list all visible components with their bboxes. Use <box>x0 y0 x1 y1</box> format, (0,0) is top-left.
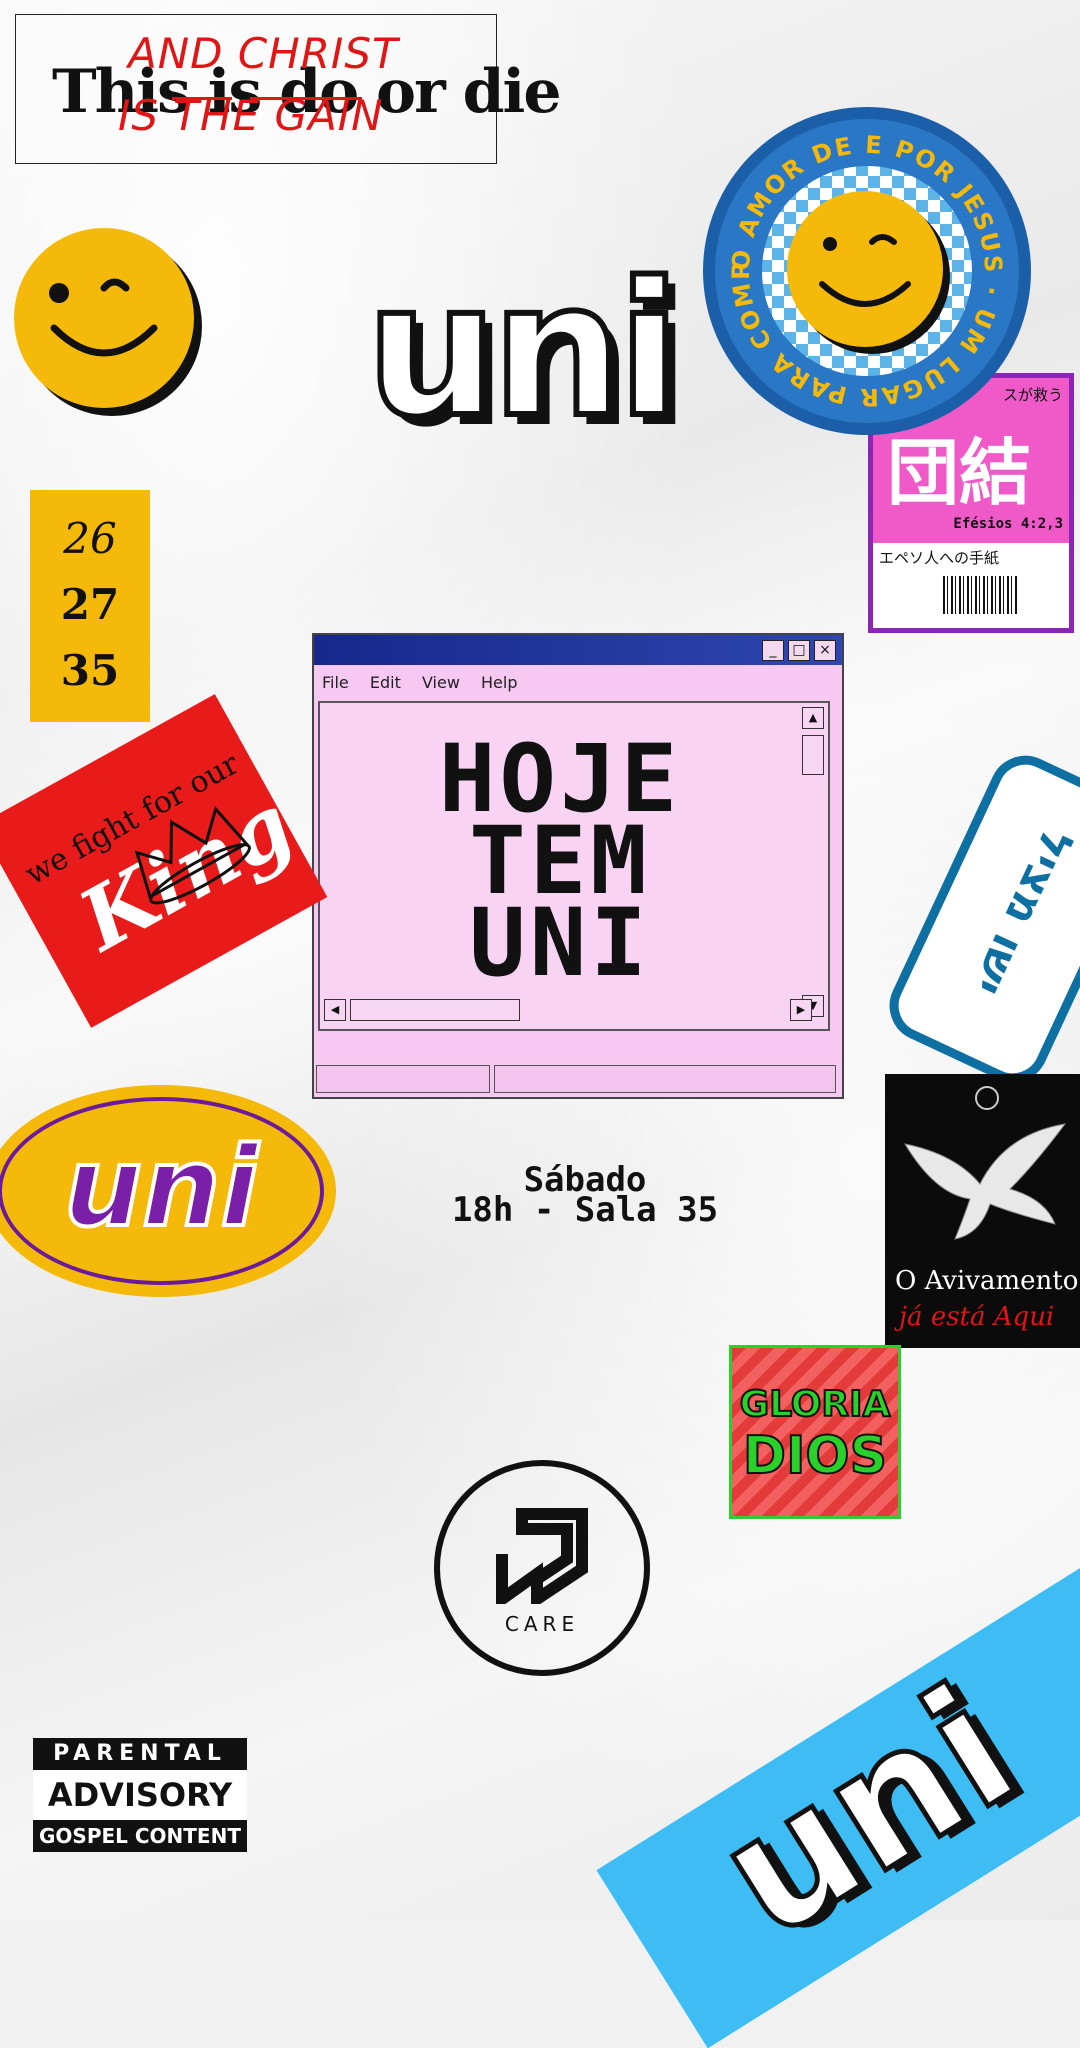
menu-view[interactable]: View <box>422 673 460 692</box>
window-content: HOJE TEM UNI ▲ ▼ ◀ ▶ <box>318 701 830 1031</box>
number-item: 27 <box>60 580 120 629</box>
vertical-scrollbar[interactable]: ▲ ▼ <box>802 707 824 1017</box>
number-item: 26 <box>63 514 117 563</box>
scroll-right-icon[interactable]: ▶ <box>790 999 812 1021</box>
headline-line: UNI <box>469 889 651 998</box>
uni-title: uni <box>363 242 684 458</box>
globe-icon <box>975 1086 999 1110</box>
oval-uni-sticker: uni <box>0 1085 336 1297</box>
pa-line2: ADVISORY <box>33 1770 247 1820</box>
status-pane <box>494 1065 836 1093</box>
gloria-dios-sticker: GLORIA DIOS <box>729 1345 901 1519</box>
care-mark-icon <box>496 1508 588 1604</box>
status-pane <box>316 1065 490 1093</box>
menu-help[interactable]: Help <box>481 673 517 692</box>
pa-line3: GOSPEL CONTENT <box>33 1820 247 1852</box>
japanese-bottom-text: エペソ人への手紙 <box>879 549 1000 567</box>
quote-box: This is do or die AND CHRIST IS THE GAIN <box>15 14 561 164</box>
scroll-thumb[interactable] <box>802 735 824 775</box>
oval-uni-text: uni <box>62 1123 260 1251</box>
event-info: Sábado 18h - Sala 35 <box>380 1163 790 1230</box>
headline: HOJE TEM UNI <box>320 733 800 998</box>
pa-line1: PARENTAL <box>33 1738 247 1770</box>
window-menubar: File Edit View Help <box>314 665 842 695</box>
dove-icon <box>895 1114 1075 1248</box>
menu-file[interactable]: File <box>322 673 349 692</box>
gloria-line2: DIOS <box>742 1426 888 1486</box>
dove-line2: já está Aqui <box>899 1302 1055 1332</box>
window-titlebar[interactable]: _ □ × <box>314 635 842 665</box>
quote-overlay-line2: IS THE GAIN <box>118 91 384 140</box>
dove-card: O Avivamento já está Aqui <box>885 1074 1080 1348</box>
circle-badge: O AMOR DE E POR JESUS · UM LUGAR PARA CO… <box>689 82 1034 438</box>
parental-advisory-label: PARENTAL ADVISORY GOSPEL CONTENT <box>33 1738 247 1856</box>
hscroll-thumb[interactable] <box>350 999 520 1021</box>
quote-overlay-line1: AND CHRIST <box>128 29 399 78</box>
japanese-ref: Efésios 4:2,3 <box>953 516 1063 532</box>
date-numbers-tag: 26 27 35 <box>30 490 150 722</box>
barcode-icon <box>943 576 1017 614</box>
dove-line1: O Avivamento <box>895 1266 1079 1296</box>
care-logo: CARE <box>434 1460 650 1676</box>
maximize-button[interactable]: □ <box>788 640 810 661</box>
gloria-line1: GLORIA <box>739 1384 892 1425</box>
number-item: 35 <box>60 646 120 695</box>
menu-edit[interactable]: Edit <box>370 673 401 692</box>
horizontal-scrollbar[interactable]: ◀ ▶ <box>324 999 812 1023</box>
event-time-room: 18h - Sala 35 <box>451 1190 719 1230</box>
scroll-up-icon[interactable]: ▲ <box>802 707 824 729</box>
minimize-button[interactable]: _ <box>762 640 784 661</box>
smiley-wink-icon <box>14 228 194 408</box>
retro-window: _ □ × File Edit View Help HOJE TEM UNI ▲… <box>312 633 844 1099</box>
scroll-left-icon[interactable]: ◀ <box>324 999 346 1021</box>
close-button[interactable]: × <box>814 640 836 661</box>
care-label: CARE <box>504 1612 580 1636</box>
